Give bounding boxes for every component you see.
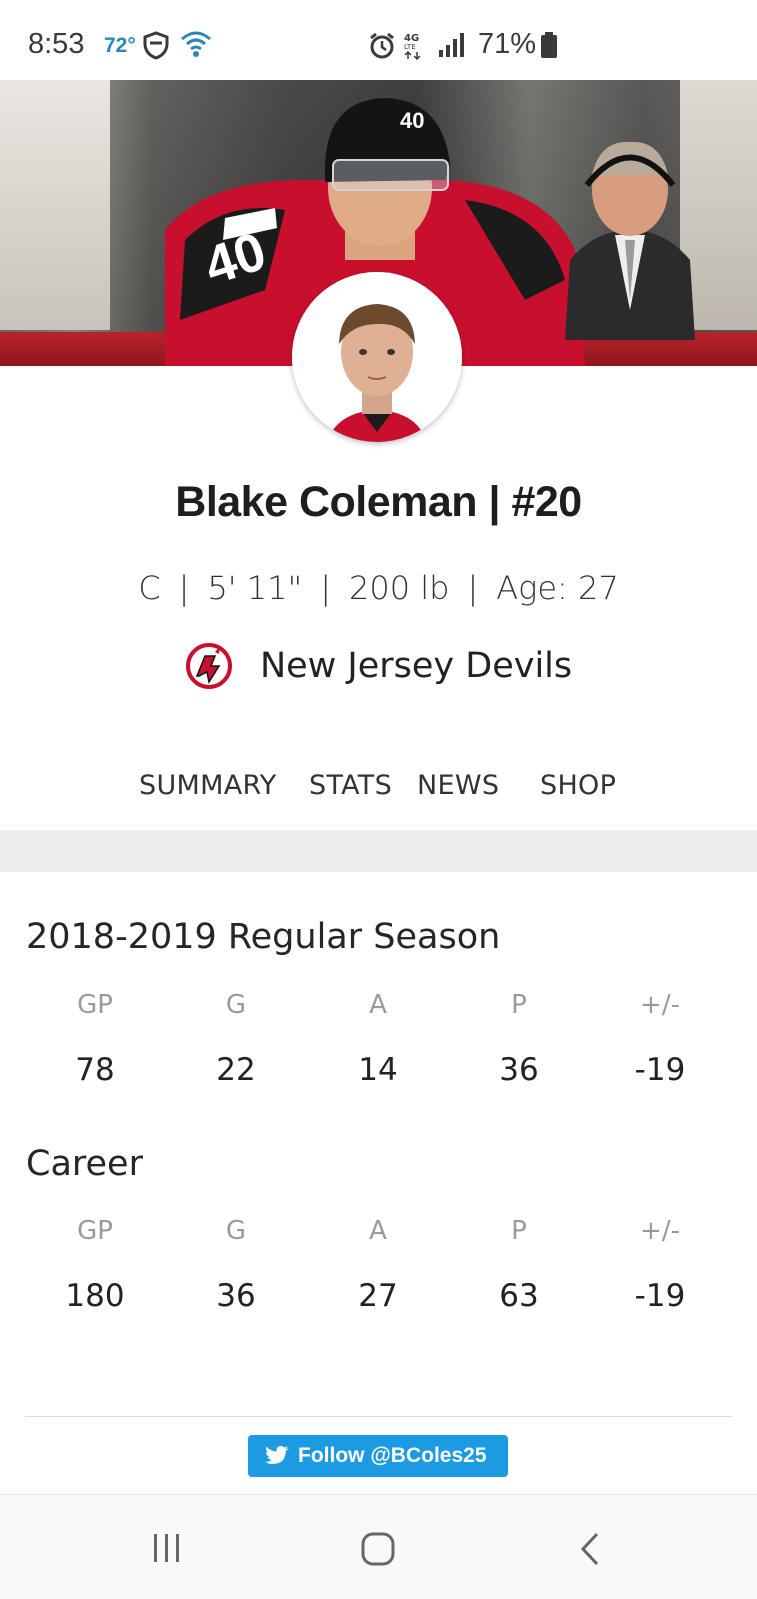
battery-icon (541, 32, 557, 58)
tab-stats[interactable]: STATS (309, 770, 392, 801)
season-stat-values: 78 22 14 36 -19 (25, 1052, 730, 1092)
devils-logo-icon (185, 643, 232, 689)
coach-photo (565, 141, 695, 340)
player-bio-line: C | 5' 11" | 200 lb | Age: 27 (0, 569, 757, 607)
season-stat-headers: GP G A P +/- (25, 990, 730, 1030)
stat-header-plus-minus: +/- (640, 1216, 680, 1246)
team-row[interactable]: New Jersey Devils (0, 642, 757, 692)
season-title: 2018-2019 Regular Season (26, 917, 501, 957)
stat-header-g: G (225, 990, 247, 1020)
stat-value-p: 63 (499, 1278, 539, 1314)
player-name: Blake Coleman | #20 (175, 478, 582, 526)
stat-value-a: 14 (358, 1052, 398, 1088)
home-icon[interactable] (360, 1531, 396, 1567)
separator: | (320, 569, 331, 607)
tab-shop[interactable]: SHOP (540, 770, 616, 801)
career-stat-values: 180 36 27 63 -19 (25, 1278, 730, 1318)
section-divider (0, 830, 757, 872)
svg-text:40: 40 (400, 108, 424, 133)
player-weight: 200 lb (348, 569, 450, 607)
recents-icon[interactable] (150, 1531, 184, 1565)
team-name[interactable]: New Jersey Devils (260, 646, 572, 686)
stat-value-gp: 78 (75, 1052, 115, 1088)
battery-percent: 71% (478, 28, 537, 60)
player-age: Age: 27 (496, 569, 619, 607)
status-temperature: 72° (104, 34, 136, 57)
player-height: 5' 11" (207, 569, 303, 607)
status-time: 8:53 (28, 28, 85, 60)
stat-header-a: A (369, 990, 387, 1020)
svg-text:LTE: LTE (404, 43, 416, 51)
profile-tabs: SUMMARY STATS NEWS SHOP (0, 770, 757, 820)
twitter-follow-button[interactable]: Follow @BColes25 (248, 1435, 508, 1477)
twitter-bird-icon (265, 1446, 289, 1464)
tab-summary[interactable]: SUMMARY (139, 770, 277, 801)
content-divider (25, 1416, 732, 1417)
system-nav-bar (0, 1494, 757, 1599)
wifi-icon (181, 31, 211, 57)
career-title: Career (26, 1144, 143, 1184)
stat-header-gp: GP (77, 1216, 113, 1246)
career-stat-headers: GP G A P +/- (25, 1216, 730, 1256)
stat-value-p: 36 (499, 1052, 539, 1088)
stat-value-gp: 180 (65, 1278, 125, 1314)
tab-news[interactable]: NEWS (417, 770, 499, 801)
stat-header-a: A (369, 1216, 387, 1246)
stat-value-g: 36 (216, 1278, 256, 1314)
separator: | (467, 569, 479, 607)
stat-header-plus-minus: +/- (640, 990, 680, 1020)
player-position: C (138, 569, 161, 607)
shield-icon (143, 31, 169, 60)
back-icon[interactable] (577, 1531, 603, 1567)
player-avatar (292, 272, 462, 442)
stat-value-g: 22 (216, 1052, 256, 1088)
stat-header-gp: GP (77, 990, 113, 1020)
status-bar: 8:53 72° 4G LTE 71% (0, 0, 757, 80)
headshot-image (292, 272, 462, 442)
stat-value-a: 27 (358, 1278, 398, 1314)
stat-value-plus-minus: -19 (634, 1278, 686, 1314)
stat-header-p: P (511, 1216, 527, 1246)
4g-lte-icon: 4G LTE (404, 33, 421, 60)
stat-value-plus-minus: -19 (634, 1052, 686, 1088)
signal-icon (439, 33, 464, 57)
stat-header-p: P (511, 990, 527, 1020)
separator: | (178, 569, 190, 607)
dasher-board-left (0, 80, 110, 330)
stat-header-g: G (225, 1216, 247, 1246)
follow-label: Follow @BColes25 (298, 1444, 487, 1467)
alarm-icon (370, 32, 394, 59)
